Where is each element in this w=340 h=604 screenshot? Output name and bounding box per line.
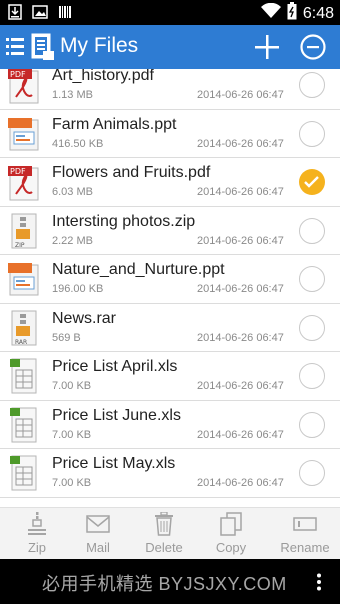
select-checkbox-checked[interactable]: [299, 169, 325, 195]
file-name: Farm Animals.ppt: [52, 115, 177, 133]
svg-text:RAR: RAR: [15, 339, 27, 346]
trash-icon: [155, 512, 173, 536]
rename-label: Rename: [280, 540, 330, 555]
file-name: Price List April.xls: [52, 358, 178, 375]
app-bar: My Files: [0, 25, 340, 69]
file-row[interactable]: Price List May.xls 7.00 KB 2014-06-26 06…: [0, 449, 340, 498]
remove-button[interactable]: [299, 33, 327, 61]
xls-file-icon: [6, 453, 42, 493]
rename-button[interactable]: Rename: [271, 512, 339, 555]
svg-text:PDF: PDF: [10, 167, 26, 176]
mail-icon: [86, 515, 110, 533]
svg-text:PDF: PDF: [10, 70, 26, 79]
file-size: 7.00 KB: [52, 477, 92, 489]
file-date: 2014-06-26 06:47: [197, 186, 284, 198]
select-checkbox[interactable]: [299, 266, 325, 292]
svg-text:ZIP: ZIP: [15, 242, 25, 249]
file-date: 2014-06-26 06:47: [197, 331, 284, 344]
xls-file-icon: [6, 356, 42, 396]
rename-icon: [293, 517, 317, 531]
file-name: Price List May.xls: [52, 455, 176, 472]
file-row[interactable]: RAR News.rar 569 B 2014-06-26 06:47: [0, 304, 340, 352]
mail-button[interactable]: Mail: [64, 512, 132, 555]
file-size: 569 B: [52, 331, 81, 344]
pdf-file-icon: PDF: [6, 69, 42, 105]
zip-icon: [28, 512, 46, 535]
add-button[interactable]: [254, 34, 280, 60]
zip-file-icon: ZIP: [6, 211, 42, 251]
action-toolbar: Zip Mail Delete Copy Rename: [0, 507, 340, 559]
select-checkbox[interactable]: [299, 460, 325, 486]
file-size: 196.00 KB: [52, 283, 104, 295]
file-name: Art_history.pdf: [52, 69, 154, 84]
status-bar: 6:48: [0, 0, 340, 25]
copy-label: Copy: [215, 540, 247, 555]
file-size: 1.13 MB: [52, 89, 93, 101]
image-icon: [32, 5, 48, 24]
file-date: 2014-06-26 06:47: [197, 477, 284, 489]
file-date: 2014-06-26 06:47: [197, 89, 284, 101]
status-time: 6:48: [302, 4, 334, 22]
file-row[interactable]: Nature_and_Nurture.ppt 196.00 KB 2014-06…: [0, 255, 340, 304]
file-name: Price List June.xls: [52, 406, 181, 424]
file-list: PDF Art_history.pdf 1.13 MB 2014-06-26 0…: [0, 69, 340, 507]
file-name: Flowers and Fruits.pdf: [52, 164, 211, 181]
file-name: Nature_and_Nurture.ppt: [52, 261, 225, 278]
pdf-file-icon: PDF: [6, 162, 42, 202]
select-checkbox[interactable]: [299, 72, 325, 98]
ppt-file-icon: [6, 259, 42, 299]
file-row[interactable]: PDF Flowers and Fruits.pdf 6.03 MB 2014-…: [0, 158, 340, 207]
menu-icon[interactable]: [6, 37, 24, 62]
file-size: 7.00 KB: [52, 428, 92, 441]
wifi-icon: [260, 2, 281, 24]
file-size: 7.00 KB: [52, 380, 92, 392]
copy-button[interactable]: Copy: [197, 512, 265, 555]
file-row[interactable]: Price List April.xls 7.00 KB 2014-06-26 …: [0, 352, 340, 401]
file-size: 6.03 MB: [52, 186, 93, 198]
select-checkbox[interactable]: [299, 411, 325, 438]
delete-button[interactable]: Delete: [130, 512, 198, 555]
file-row[interactable]: Farm Animals.ppt 416.50 KB 2014-06-26 06…: [0, 110, 340, 158]
delete-label: Delete: [145, 540, 183, 555]
file-date: 2014-06-26 06:47: [197, 234, 284, 247]
file-name: Intersting photos.zip: [52, 212, 196, 230]
zip-label: Zip: [27, 540, 47, 555]
my-files-app-icon: [29, 33, 55, 66]
select-checkbox[interactable]: [299, 217, 325, 244]
watermark-text: 必用手机精选 BYJSJXY.COM: [42, 574, 287, 594]
copy-icon: [220, 512, 242, 536]
rar-file-icon: RAR: [6, 308, 42, 348]
ppt-file-icon: [6, 114, 42, 154]
file-date: 2014-06-26 06:47: [197, 137, 284, 150]
file-size: 2.22 MB: [52, 234, 93, 247]
page-title: My Files: [60, 34, 139, 57]
zip-button[interactable]: Zip: [3, 512, 71, 555]
file-row[interactable]: ZIP Intersting photos.zip 2.22 MB 2014-0…: [0, 207, 340, 255]
select-checkbox[interactable]: [299, 314, 325, 341]
overflow-menu-icon[interactable]: [316, 573, 322, 596]
select-checkbox[interactable]: [299, 363, 325, 389]
file-size: 416.50 KB: [52, 137, 104, 150]
select-checkbox[interactable]: [299, 120, 325, 147]
file-date: 2014-06-26 06:47: [197, 428, 284, 441]
mail-label: Mail: [86, 540, 110, 555]
navigation-bar: 必用手机精选 BYJSJXY.COM: [0, 559, 340, 604]
file-row[interactable]: PDF Art_history.pdf 1.13 MB 2014-06-26 0…: [0, 69, 340, 110]
file-date: 2014-06-26 06:47: [197, 283, 284, 295]
xls-file-icon: [6, 405, 42, 445]
file-name: News.rar: [52, 309, 117, 327]
file-date: 2014-06-26 06:47: [197, 380, 284, 392]
battery-icon: [287, 2, 297, 25]
download-icon: [8, 4, 22, 25]
barcode-icon: [58, 5, 72, 24]
check-icon: [304, 176, 319, 188]
file-row[interactable]: Price List June.xls 7.00 KB 2014-06-26 0…: [0, 401, 340, 449]
